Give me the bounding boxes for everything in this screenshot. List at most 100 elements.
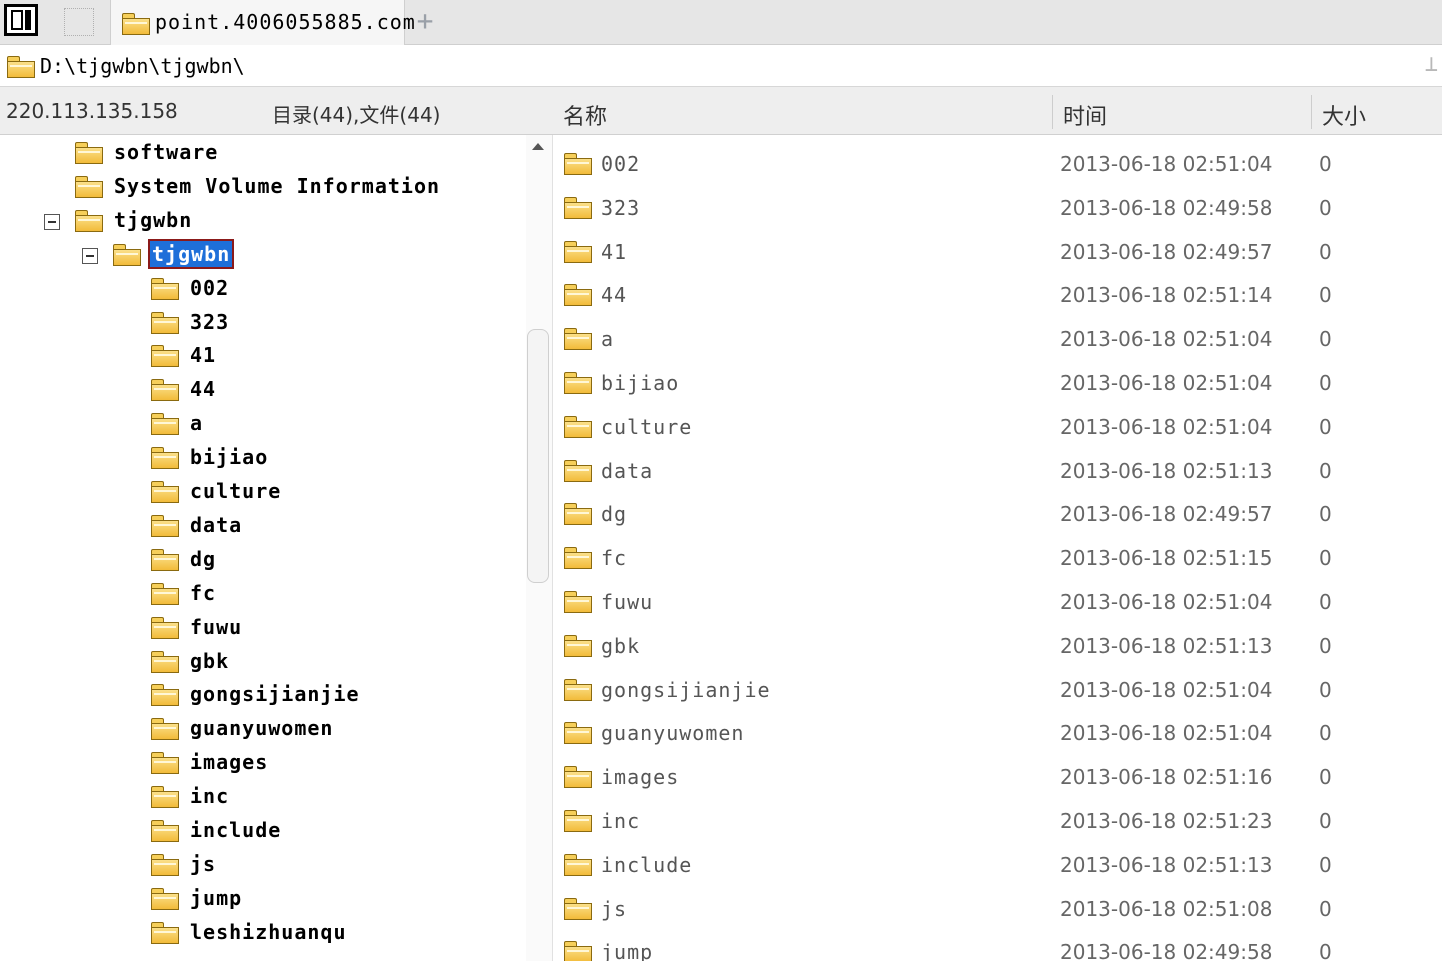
add-tab-button[interactable]: + xyxy=(412,6,438,36)
file-time: 2013-06-18 02:51:04 xyxy=(1060,590,1273,614)
file-row[interactable]: images 2013-06-18 02:51:16 0 xyxy=(553,752,1442,796)
path-input[interactable]: D:\tjgwbn\tjgwbn\ xyxy=(40,54,245,78)
tree-item[interactable]: bijiao xyxy=(150,442,526,474)
file-row[interactable]: culture 2013-06-18 02:51:04 0 xyxy=(553,402,1442,446)
tree-item[interactable]: tjgwbn xyxy=(74,205,526,237)
file-row[interactable]: gbk 2013-06-18 02:51:13 0 xyxy=(553,621,1442,665)
tree-item[interactable]: data xyxy=(150,510,526,542)
tab-active[interactable]: point.4006055885.com xyxy=(110,0,415,45)
file-name: inc xyxy=(601,809,641,833)
folder-icon xyxy=(6,55,36,79)
tree-item[interactable]: 323 xyxy=(150,307,526,339)
tree-item[interactable]: dg xyxy=(150,544,526,576)
tree-item[interactable]: 44 xyxy=(150,374,526,406)
scroll-thumb[interactable] xyxy=(527,329,549,583)
folder-icon xyxy=(150,683,180,707)
tree-item[interactable]: js xyxy=(150,849,526,881)
tree-item[interactable]: fc xyxy=(150,578,526,610)
file-size: 0 xyxy=(1319,195,1332,220)
file-time: 2013-06-18 02:51:08 xyxy=(1060,896,1273,921)
tab-label: point.4006055885.com xyxy=(155,10,416,34)
tree-item[interactable]: images xyxy=(150,747,526,779)
folder-icon xyxy=(563,459,593,483)
column-divider[interactable] xyxy=(1052,95,1053,129)
folder-icon xyxy=(150,514,180,538)
column-divider[interactable] xyxy=(1311,95,1312,129)
tab-bar: point.4006055885.com + xyxy=(0,0,1442,45)
file-row[interactable]: include 2013-06-18 02:51:13 0 xyxy=(553,840,1442,884)
tree-item[interactable]: guanyuwomen xyxy=(150,713,526,745)
column-time-header[interactable]: 时间 xyxy=(1063,99,1107,131)
file-name: a xyxy=(601,327,615,352)
new-window-button[interactable] xyxy=(64,8,94,36)
folder-icon xyxy=(563,678,593,702)
file-row[interactable]: 41 2013-06-18 02:49:57 0 xyxy=(553,227,1442,271)
file-row[interactable]: dg 2013-06-18 02:49:57 0 xyxy=(553,489,1442,533)
panel-toggle-icon[interactable] xyxy=(4,4,38,36)
tree-item[interactable]: culture xyxy=(150,476,526,508)
folder-icon xyxy=(563,152,593,176)
file-row[interactable]: a 2013-06-18 02:51:04 0 xyxy=(553,314,1442,358)
collapse-icon[interactable] xyxy=(82,247,98,264)
tree-item-label: System Volume Information xyxy=(114,173,441,198)
tree-item[interactable]: 41 xyxy=(150,340,526,372)
file-row[interactable]: gongsijianjie 2013-06-18 02:51:04 0 xyxy=(553,665,1442,709)
column-name-header[interactable]: 名称 xyxy=(563,99,607,131)
folder-icon xyxy=(563,721,593,745)
tree-item[interactable]: System Volume Information xyxy=(74,171,526,203)
tree-item[interactable]: leshizhuanqu xyxy=(150,917,526,949)
file-name: fuwu xyxy=(601,590,654,614)
tree-item[interactable]: gbk xyxy=(150,646,526,678)
file-name: 002 xyxy=(601,152,641,176)
folder-icon xyxy=(150,548,180,572)
tree-item-label: a xyxy=(190,411,204,436)
tree-item[interactable]: 002 xyxy=(150,273,526,305)
tree-item-label: images xyxy=(190,750,269,775)
file-size: 0 xyxy=(1319,677,1332,702)
file-name: js xyxy=(601,896,628,921)
file-row[interactable]: 323 2013-06-18 02:49:58 0 xyxy=(553,183,1442,227)
tree-item-label: software xyxy=(114,140,219,164)
file-row[interactable]: js 2013-06-18 02:51:08 0 xyxy=(553,884,1442,928)
file-row[interactable]: inc 2013-06-18 02:51:23 0 xyxy=(553,796,1442,840)
folder-icon xyxy=(563,634,593,658)
folder-icon xyxy=(150,853,180,877)
file-list: 002 2013-06-18 02:51:04 0 323 2013-06-18 02:… xyxy=(553,135,1442,961)
folder-icon xyxy=(150,819,180,843)
tree-item[interactable]: gongsijianjie xyxy=(150,679,526,711)
collapse-icon[interactable] xyxy=(44,213,60,230)
file-row[interactable]: bijiao 2013-06-18 02:51:04 0 xyxy=(553,358,1442,402)
folder-icon xyxy=(563,196,593,220)
tree-item[interactable]: jump xyxy=(150,883,526,915)
tree-item-label: culture xyxy=(190,479,282,503)
scroll-up-icon[interactable] xyxy=(532,143,544,150)
file-row[interactable]: fc 2013-06-18 02:51:15 0 xyxy=(553,533,1442,577)
tree-item[interactable]: inc xyxy=(150,781,526,813)
column-size-header[interactable]: 大小 xyxy=(1322,99,1366,131)
file-row[interactable]: 44 2013-06-18 02:51:14 0 xyxy=(553,270,1442,314)
file-row[interactable]: data 2013-06-18 02:51:13 0 xyxy=(553,446,1442,490)
file-size: 0 xyxy=(1319,633,1332,658)
folder-icon xyxy=(563,283,593,307)
file-time: 2013-06-18 02:51:04 xyxy=(1060,414,1273,439)
tree-item[interactable]: software xyxy=(74,137,526,169)
tree-item[interactable]: tjgwbn xyxy=(112,238,526,271)
file-name: guanyuwomen xyxy=(601,721,745,746)
tree-item[interactable]: a xyxy=(150,408,526,440)
folder-icon xyxy=(563,590,593,614)
file-row[interactable]: fuwu 2013-06-18 02:51:04 0 xyxy=(553,577,1442,621)
tree-item-label: data xyxy=(190,512,243,537)
folder-icon xyxy=(563,371,593,395)
file-row[interactable]: guanyuwomen 2013-06-18 02:51:04 0 xyxy=(553,708,1442,752)
tree-item[interactable]: include xyxy=(150,815,526,847)
pin-icon[interactable]: ⊥ xyxy=(1425,53,1438,77)
file-row[interactable]: jump 2013-06-18 02:49:58 0 xyxy=(553,927,1442,961)
tree-item-label: bijiao xyxy=(190,445,269,470)
folder-icon xyxy=(74,209,104,233)
tree-item-label: jump xyxy=(190,885,243,910)
folder-icon xyxy=(150,344,180,368)
tree-item[interactable]: fuwu xyxy=(150,612,526,644)
file-row[interactable]: 002 2013-06-18 02:51:04 0 xyxy=(553,139,1442,183)
tree-scrollbar[interactable] xyxy=(526,135,553,961)
file-size: 0 xyxy=(1319,458,1332,483)
